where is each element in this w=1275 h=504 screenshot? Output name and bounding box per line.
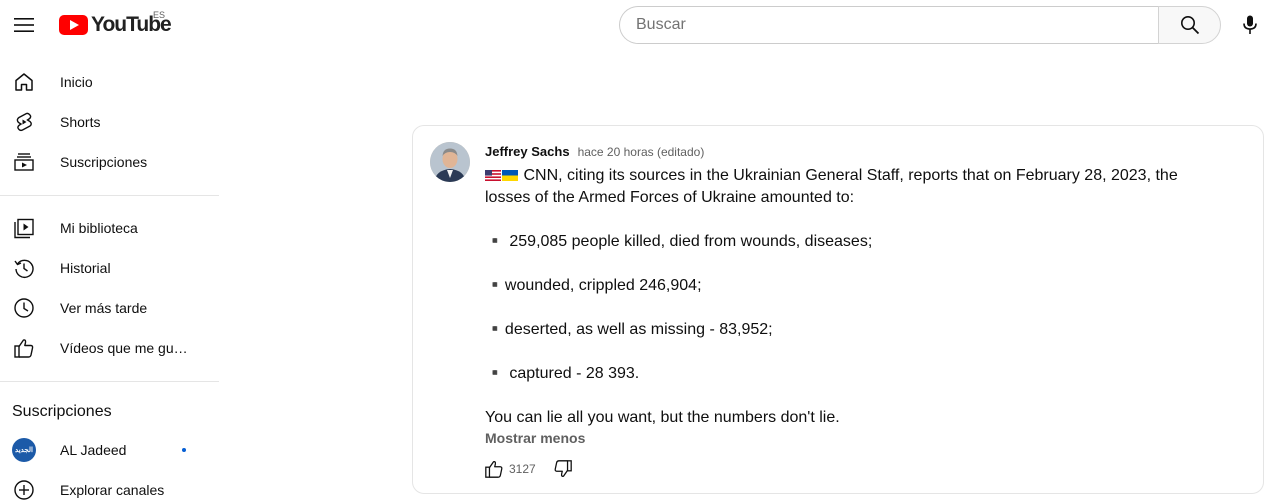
- sidebar-item-label: Shorts: [60, 114, 101, 130]
- history-icon: [12, 256, 36, 280]
- avatar[interactable]: [430, 142, 470, 182]
- watch-later-icon: [12, 296, 36, 320]
- sidebar-item-history[interactable]: Historial: [0, 248, 220, 288]
- add-circle-icon: [12, 478, 36, 502]
- menu-icon[interactable]: [8, 9, 40, 41]
- sidebar-item-browse-channels[interactable]: Explorar canales: [0, 470, 220, 504]
- like-icon: [12, 336, 36, 360]
- author-name[interactable]: Jeffrey Sachs: [485, 144, 570, 159]
- microphone-icon: [1243, 15, 1257, 34]
- comment-line: [485, 341, 1185, 363]
- sidebar-divider: [0, 381, 219, 382]
- sidebar-item-shorts[interactable]: Shorts: [0, 102, 220, 142]
- sidebar-channel-al-jadeed[interactable]: الجديد AL Jadeed: [0, 430, 220, 470]
- sidebar-item-library[interactable]: Mi biblioteca: [0, 208, 220, 248]
- comment-card: Jeffrey Sachs hace 20 horas (editado) CN…: [412, 125, 1264, 494]
- thumbs-down-icon: [554, 460, 572, 477]
- comment-line: ▪️ 259,085 people killed, died from woun…: [485, 233, 873, 250]
- voice-search-button[interactable]: [1234, 9, 1266, 41]
- top-bar: YouTube ES: [0, 0, 1275, 50]
- comment-line: [485, 209, 1185, 231]
- shorts-icon: [12, 110, 36, 134]
- sidebar-item-label: Historial: [60, 260, 111, 276]
- search-bar: [619, 6, 1221, 44]
- comment-line: [485, 297, 1185, 319]
- sidebar-item-label: Vídeos que me gustan: [60, 340, 192, 356]
- comment-line: [485, 385, 1185, 407]
- comment-line: ▪️deserted, as well as missing - 83,952;: [485, 321, 773, 338]
- search-icon: [1180, 16, 1199, 35]
- sidebar-item-subscriptions[interactable]: Suscripciones: [0, 142, 220, 182]
- sidebar-item-watch-later[interactable]: Ver más tarde: [0, 288, 220, 328]
- sidebar: Inicio Shorts Suscripciones Mi bibliotec…: [0, 62, 220, 504]
- sidebar-item-label: Mi biblioteca: [60, 220, 138, 236]
- sidebar-item-home[interactable]: Inicio: [0, 62, 220, 102]
- sidebar-divider: [0, 195, 219, 196]
- search-input[interactable]: [619, 6, 1159, 44]
- like-count: 3127: [509, 462, 536, 476]
- subscriptions-icon: [12, 150, 36, 174]
- sidebar-item-label: AL Jadeed: [60, 442, 127, 458]
- comment-header: Jeffrey Sachs hace 20 horas (editado): [485, 144, 704, 159]
- sidebar-item-liked-videos[interactable]: Vídeos que me gustan: [0, 328, 220, 368]
- home-icon: [12, 70, 36, 94]
- channel-avatar: الجديد: [12, 438, 36, 462]
- sidebar-item-label: Suscripciones: [60, 154, 148, 170]
- new-content-dot: [182, 448, 186, 452]
- search-button[interactable]: [1158, 6, 1221, 44]
- comment-text: CNN, citing its sources in the Ukrainian…: [523, 167, 1178, 184]
- sidebar-item-label: Inicio: [60, 74, 93, 90]
- comment-timestamp[interactable]: hace 20 horas (editado): [578, 145, 705, 159]
- comment-line: [485, 253, 1185, 275]
- sidebar-item-label: Ver más tarde: [60, 300, 148, 316]
- thumbs-up-icon: [485, 461, 503, 478]
- comment-line: ▪️ captured - 28 393.: [485, 365, 640, 382]
- comment-line: ▪️wounded, crippled 246,904;: [485, 277, 702, 294]
- sidebar-item-label: Explorar canales: [60, 482, 165, 498]
- dislike-button[interactable]: [552, 458, 574, 480]
- us-flag-icon: [485, 170, 501, 181]
- subscriptions-heading: Suscripciones: [12, 403, 112, 420]
- comment-line: losses of the Armed Forces of Ukraine am…: [485, 189, 855, 206]
- ukraine-flag-icon: [502, 170, 518, 181]
- comment-line: You can lie all you want, but the number…: [485, 409, 840, 426]
- youtube-play-icon: [59, 15, 88, 35]
- comment-body: CNN, citing its sources in the Ukrainian…: [485, 165, 1185, 429]
- library-icon: [12, 216, 36, 240]
- country-code: ES: [153, 10, 166, 20]
- like-button[interactable]: [483, 458, 505, 480]
- comment-actions: 3127: [483, 458, 574, 480]
- comment-line: CNN, citing its sources in the Ukrainian…: [485, 165, 1185, 187]
- show-less-button[interactable]: Mostrar menos: [485, 430, 585, 446]
